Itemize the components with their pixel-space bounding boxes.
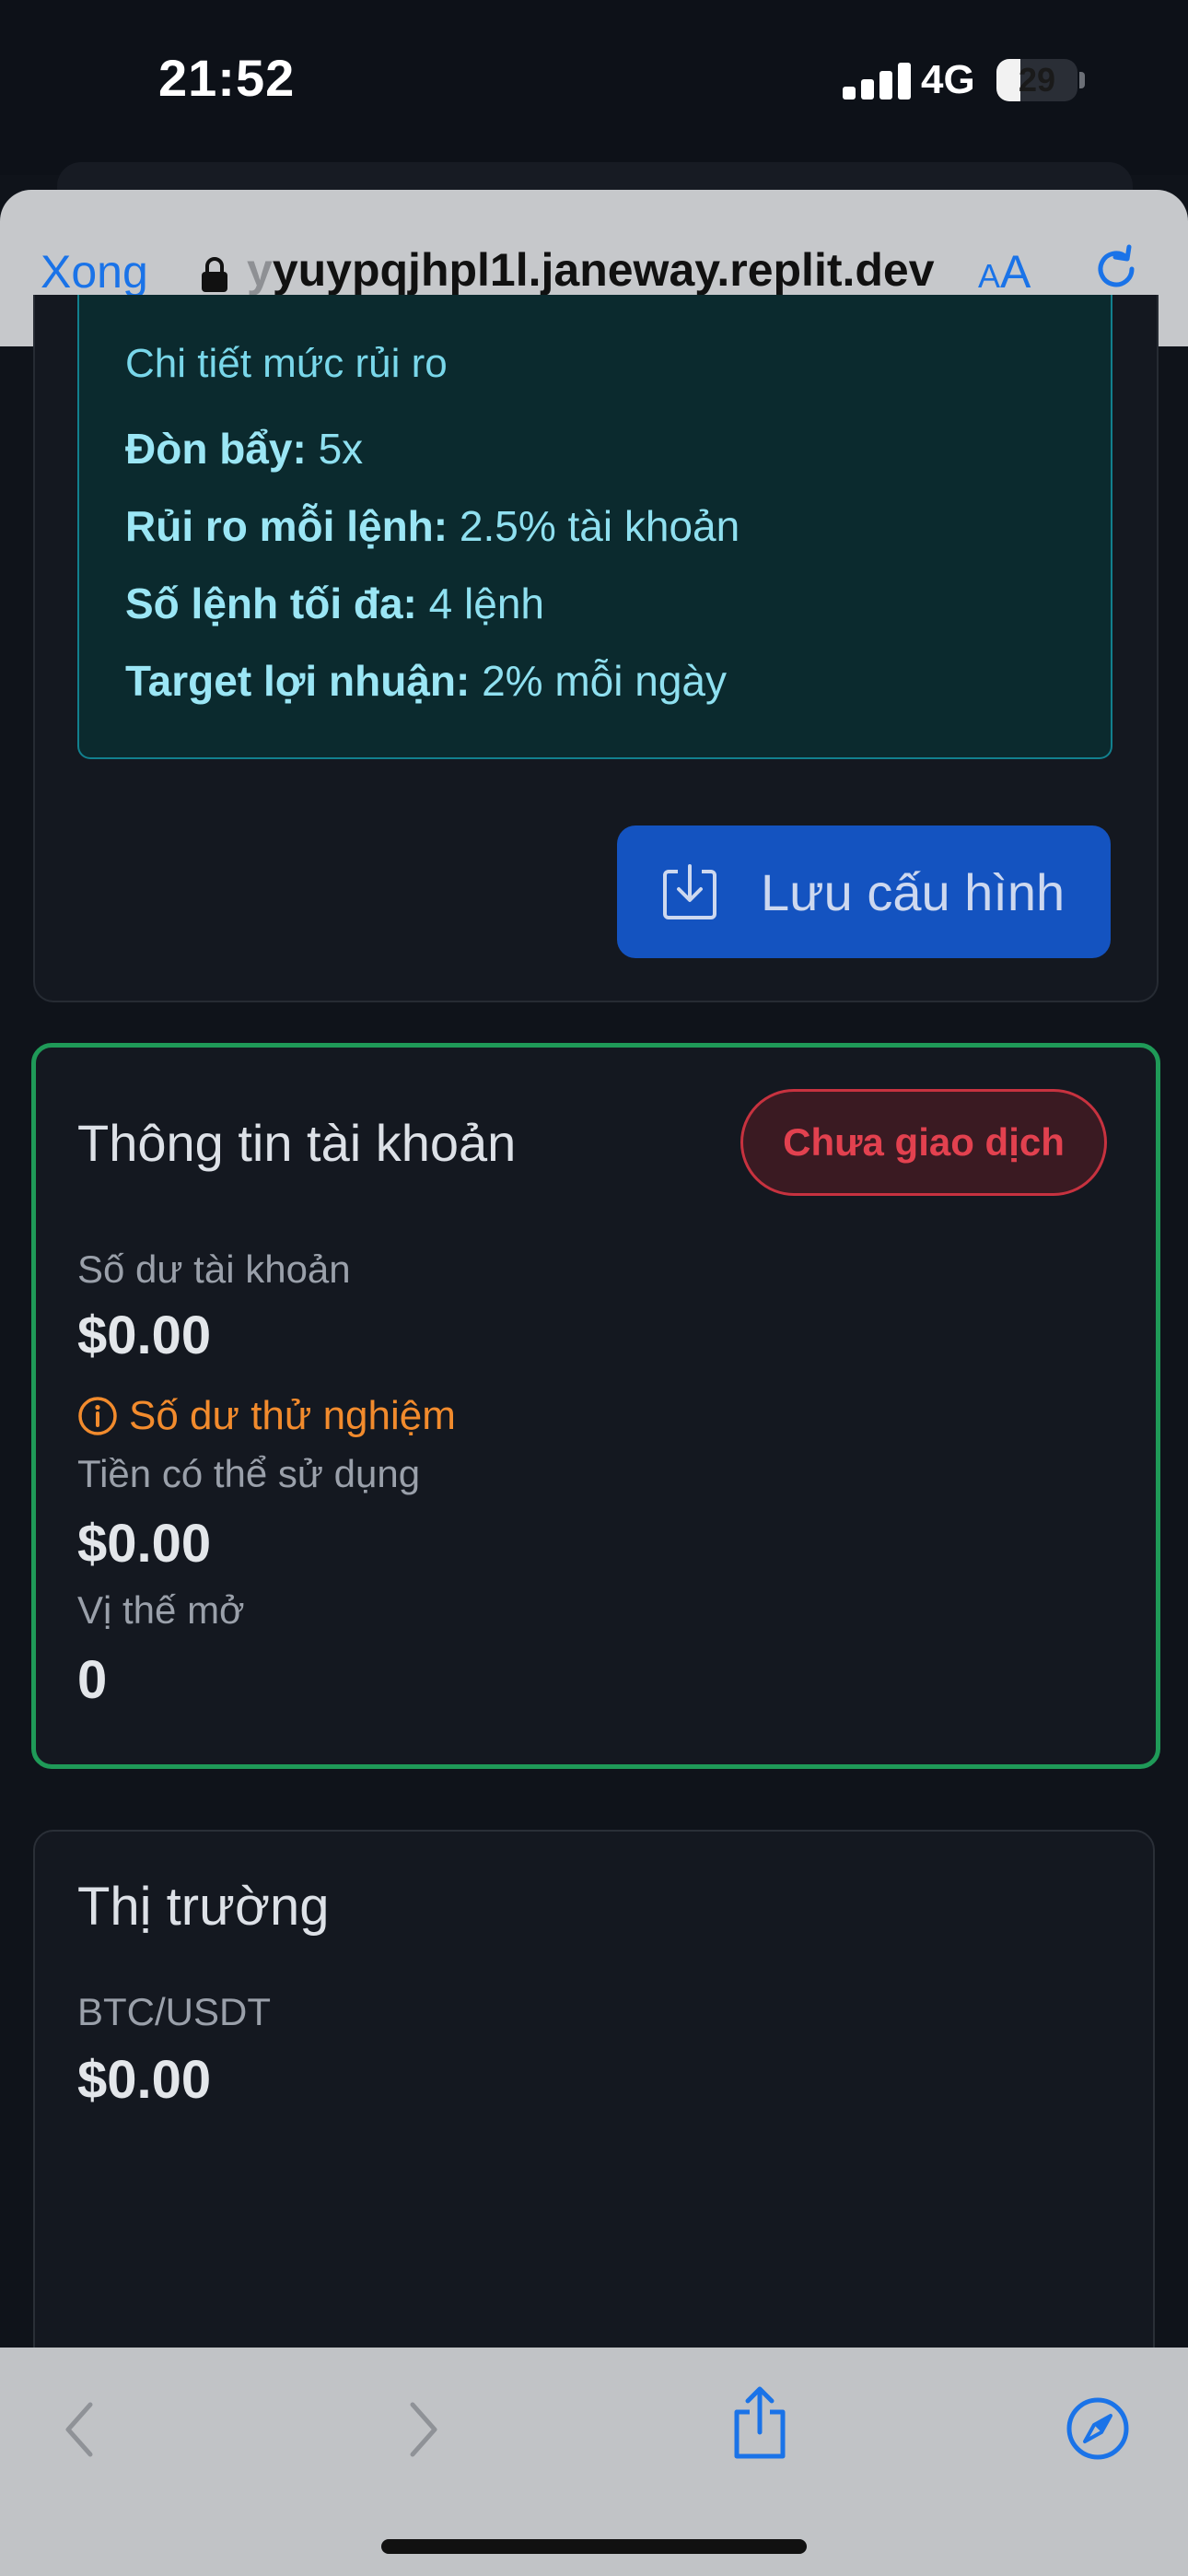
risk-details-title: Chi tiết mức rủi ro: [125, 341, 448, 386]
available-funds-value: $0.00: [77, 1514, 212, 1574]
battery-icon: 29: [996, 59, 1077, 101]
lock-icon: [202, 257, 227, 292]
reload-icon[interactable]: [1089, 241, 1144, 297]
risk-row-label: Target lợi nhuận:: [125, 657, 471, 705]
battery-percent: 29: [1018, 61, 1056, 99]
home-indicator[interactable]: [381, 2539, 807, 2554]
network-type: 4G: [921, 57, 975, 102]
balance-value: $0.00: [77, 1306, 212, 1365]
balance-label: Số dư tài khoản: [77, 1247, 351, 1291]
risk-row-value: 5x: [318, 425, 364, 473]
clock: 21:52: [158, 49, 296, 107]
share-icon[interactable]: [728, 2384, 792, 2462]
account-info-title: Thông tin tài khoản: [77, 1114, 517, 1172]
text-size-button[interactable]: AA: [978, 245, 1031, 299]
risk-row-label: Rủi ro mỗi lệnh:: [125, 502, 448, 550]
compass-icon[interactable]: [1065, 2395, 1131, 2462]
text-size-small: A: [978, 257, 1001, 295]
market-price: $0.00: [77, 2050, 212, 2110]
demo-balance-warning: Số dư thử nghiệm: [77, 1393, 456, 1439]
url-text[interactable]: yyuypqjhpl1l.janeway.replit.dev: [247, 243, 935, 297]
market-pair: BTC/USDT: [77, 1990, 271, 2033]
open-positions-label: Vị thế mở: [77, 1588, 245, 1632]
risk-row-profit-target: Target lợi nhuận: 2% mỗi ngày: [125, 656, 727, 706]
risk-row-max-orders: Số lệnh tối đa: 4 lệnh: [125, 579, 544, 628]
risk-row-label: Số lệnh tối đa:: [125, 580, 417, 627]
battery-tip: [1079, 72, 1085, 88]
info-warning-icon: [78, 1397, 117, 1435]
market-title: Thị trường: [77, 1877, 330, 1937]
done-button[interactable]: Xong: [41, 245, 148, 299]
forward-chevron-icon[interactable]: [403, 2397, 444, 2462]
download-save-icon: [663, 864, 716, 919]
risk-row-leverage: Đòn bẩy: 5x: [125, 424, 363, 474]
demo-warning-text: Số dư thử nghiệm: [129, 1393, 456, 1438]
open-positions-value: 0: [77, 1650, 108, 1710]
risk-row-per-order: Rủi ro mỗi lệnh: 2.5% tài khoản: [125, 501, 740, 551]
status-bar: 21:52 4G 29: [0, 0, 1188, 217]
trading-status-badge: Chưa giao dịch: [740, 1089, 1107, 1196]
save-config-button[interactable]: Lưu cấu hình: [617, 825, 1111, 958]
save-config-label: Lưu cấu hình: [761, 862, 1066, 921]
risk-row-label: Đòn bẩy:: [125, 425, 307, 473]
available-funds-label: Tiền có thể sử dụng: [77, 1452, 421, 1495]
risk-row-value: 2.5% tài khoản: [459, 502, 740, 550]
url-domain: yuypqjhpl1l.janeway.replit.dev: [272, 244, 935, 296]
url-faded-prefix: y: [247, 244, 273, 296]
risk-row-value: 4 lệnh: [428, 580, 545, 627]
risk-row-value: 2% mỗi ngày: [482, 657, 727, 705]
back-chevron-icon[interactable]: [59, 2397, 99, 2462]
text-size-large: A: [1000, 246, 1031, 298]
